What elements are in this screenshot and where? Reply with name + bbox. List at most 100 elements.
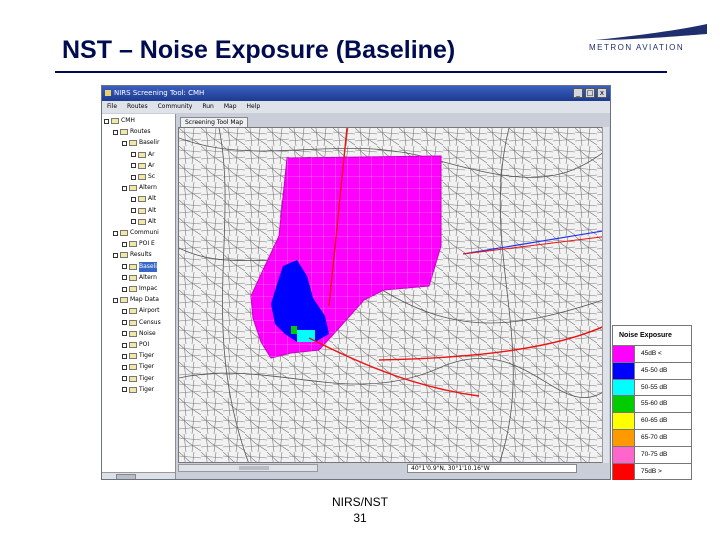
legend-label: 50-55 dB [641,383,668,391]
tree-item[interactable]: CMH [104,116,135,126]
menu-map[interactable]: Map [224,101,237,113]
slide-title: NST – Noise Exposure (Baseline) [62,36,456,64]
tree-expander-icon[interactable] [122,264,127,270]
menu-help[interactable]: Help [247,101,261,113]
tree-item[interactable]: Census [122,318,161,328]
tree-expander-icon[interactable] [113,129,118,135]
tree-item-label: CMH [121,117,135,124]
app-window: NIRS Screening Tool: CMH _ □ x File Rout… [101,85,611,480]
tree-expander-icon[interactable] [131,174,136,180]
tree-expander-icon[interactable] [122,241,127,247]
tree-item[interactable]: Map Data [113,295,159,305]
legend-label: 75dB > [641,467,662,475]
folder-icon [138,207,146,214]
tree-item[interactable]: Tiger [122,385,154,395]
minimize-button[interactable]: _ [573,88,583,98]
tree-item[interactable]: Tiger [122,351,154,361]
tree-expander-icon[interactable] [122,376,127,382]
maximize-button[interactable]: □ [585,88,595,98]
tree-expander-icon[interactable] [131,219,136,225]
tree-expander-icon[interactable] [122,331,127,337]
tree-item[interactable]: Baselir [122,138,159,148]
map-horizontal-scrollbar[interactable] [178,464,318,472]
legend-row: 45-50 dB [613,362,691,380]
tree-item-label: Altern [139,184,157,192]
folder-icon [120,297,128,304]
tree-expander-icon[interactable] [131,163,136,169]
tree-item[interactable]: Communi [113,228,159,238]
tree-expander-icon[interactable] [131,196,136,202]
legend-row: 50-55 dB [613,379,691,397]
map-view[interactable] [178,127,608,463]
tree-item-label: Tiger [139,374,155,382]
legend-row: 60-65 dB [613,413,691,430]
tree-item[interactable]: Routes [113,127,151,137]
tree-item[interactable]: Results [113,250,152,260]
project-tree: CMH Routes Baselir Ar Ar Sc Altern Alt Alt Alt Com… [102,114,176,479]
menu-bar: File Routes Community Run Map Help [102,101,610,113]
tree-expander-icon[interactable] [122,308,127,314]
tree-item-label: Ar [148,161,155,169]
menu-community[interactable]: Community [158,101,193,113]
tree-item[interactable]: Alt [131,194,156,204]
tree-item[interactable]: Airport [122,306,160,316]
tree-item[interactable]: Ar [131,161,155,171]
tree-horizontal-scrollbar[interactable] [102,472,175,479]
tree-expander-icon[interactable] [122,353,127,359]
tree-expander-icon[interactable] [122,387,127,393]
tree-item[interactable]: Ar [131,150,155,160]
folder-icon [129,263,137,270]
tree-expander-icon[interactable] [104,118,109,124]
tree-expander-icon[interactable] [122,185,127,191]
tree-item[interactable]: POI E [122,239,155,249]
tree-scroll-thumb[interactable] [116,474,136,479]
tree-item[interactable]: Altern [122,183,157,193]
tree-expander-icon[interactable] [122,364,127,370]
legend-title: Noise Exposure [613,326,691,346]
folder-icon [129,308,137,315]
tree-item[interactable]: Altern [122,273,157,283]
tab-screening-tool-map[interactable]: Screening Tool Map [180,117,249,127]
legend-swatch [613,446,635,463]
tree-item[interactable]: Tiger [122,362,154,372]
tree-item-label: Communi [130,229,159,236]
tree-item-label: Routes [130,128,151,136]
tree-expander-icon[interactable] [122,275,127,281]
legend-label: 60-65 dB [641,417,668,425]
tree-item-label: POI [139,341,150,348]
tree-item[interactable]: Alt [131,206,156,216]
tree-expander-icon[interactable] [113,230,118,236]
menu-file[interactable]: File [107,101,117,113]
tree-expander-icon[interactable] [113,297,118,303]
tree-expander-icon[interactable] [131,152,136,158]
tree-expander-icon[interactable] [122,342,127,348]
map-scroll-thumb[interactable] [239,466,269,470]
tree-expander-icon[interactable] [122,320,127,326]
tree-item[interactable]: Sc [131,172,155,182]
tree-item[interactable]: Noise [122,329,156,339]
tree-item[interactable]: Alt [131,217,156,227]
tree-expander-icon[interactable] [113,252,118,258]
close-button[interactable]: x [597,88,607,98]
menu-run[interactable]: Run [202,101,214,113]
tree-item[interactable]: Baseli [122,261,157,272]
app-icon [105,90,111,96]
legend-label: 70-75 dB [641,450,668,458]
tree-expander-icon[interactable] [122,140,127,146]
tree-item[interactable]: Impac [122,284,157,294]
legend-swatch [613,413,635,429]
tree-item-label: Airport [139,307,160,315]
tree-expander-icon[interactable] [122,286,127,292]
tree-item[interactable]: POI [122,340,149,350]
tree-item-label: Census [139,318,161,326]
noise-exposure-map[interactable] [179,128,608,463]
folder-icon [120,129,128,136]
tree-item[interactable]: Tiger [122,374,154,384]
legend-label: 45-50 dB [641,366,668,374]
footer-label: NIRS/NST [331,495,388,509]
tree-expander-icon[interactable] [131,208,136,214]
window-titlebar[interactable]: NIRS Screening Tool: CMH _ □ x [102,86,610,101]
menu-routes[interactable]: Routes [127,101,148,113]
legend-label: 45dB < [641,350,662,357]
map-vertical-scrollbar[interactable] [602,127,609,463]
